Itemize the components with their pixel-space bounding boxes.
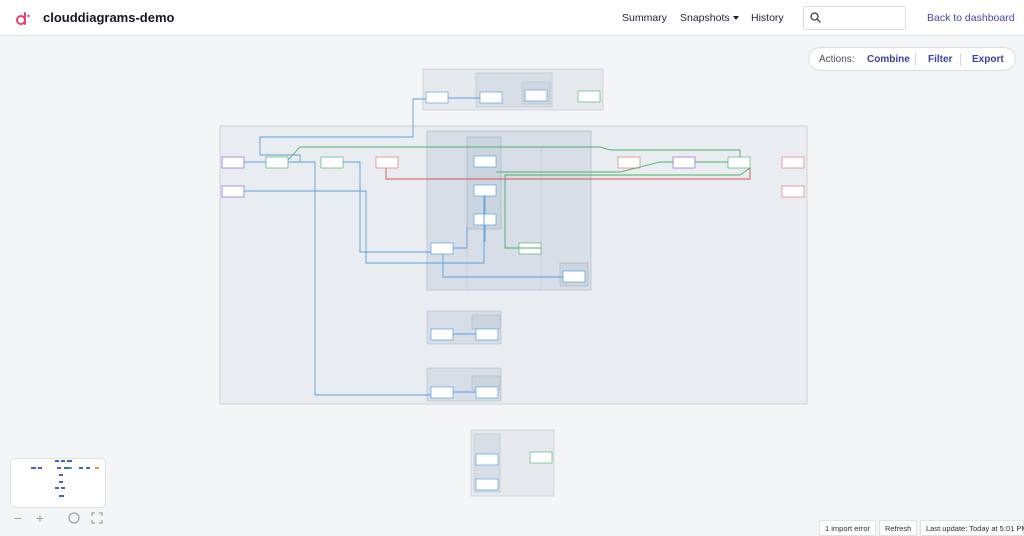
top-group[interactable] (422, 68, 604, 111)
clouddiagrams-logo-icon[interactable] (14, 10, 30, 26)
back-to-dashboard-link[interactable]: Back to dashboard (927, 12, 1015, 24)
actions-divider (960, 53, 961, 66)
search-icon (810, 12, 821, 23)
search-field[interactable] (803, 6, 906, 30)
fullscreen-icon[interactable] (90, 511, 104, 525)
minimap[interactable] (10, 458, 106, 508)
top-bar: clouddiagrams-demo Summary Snapshots His… (0, 0, 1024, 36)
zoom-out-icon[interactable]: − (11, 511, 25, 525)
last-update-status: Last update: Today at 5:01 PM (920, 520, 1024, 536)
zoom-in-icon[interactable]: + (33, 511, 47, 525)
import-error-status[interactable]: 1 import error (819, 520, 877, 536)
bottom-group[interactable] (470, 429, 555, 497)
export-button[interactable]: Export (972, 54, 1004, 65)
last-update-label: Last update: (926, 524, 968, 533)
last-update-value: Today at 5:01 PM (969, 524, 1024, 533)
refresh-button[interactable]: Refresh (879, 520, 918, 536)
filter-button[interactable]: Filter (928, 54, 952, 65)
actions-bar: Actions: Combine Filter Export (808, 47, 1016, 71)
nav-history[interactable]: History (751, 12, 784, 24)
combine-button[interactable]: Combine (867, 54, 910, 65)
search-input[interactable] (826, 10, 902, 26)
app-title: clouddiagrams-demo (43, 10, 175, 25)
architecture-diagram[interactable] (0, 37, 1024, 536)
actions-label: Actions: (819, 54, 855, 65)
actions-divider (915, 53, 916, 66)
diagram-canvas[interactable] (0, 37, 1024, 536)
chevron-down-icon (732, 16, 739, 21)
center-view-icon[interactable] (67, 511, 81, 525)
minimap-preview (31, 460, 99, 497)
nav-snapshots-dropdown[interactable]: Snapshots (680, 12, 739, 24)
nav-snapshots-label: Snapshots (680, 12, 730, 24)
nav-summary[interactable]: Summary (622, 12, 667, 24)
main-region[interactable] (219, 125, 808, 405)
